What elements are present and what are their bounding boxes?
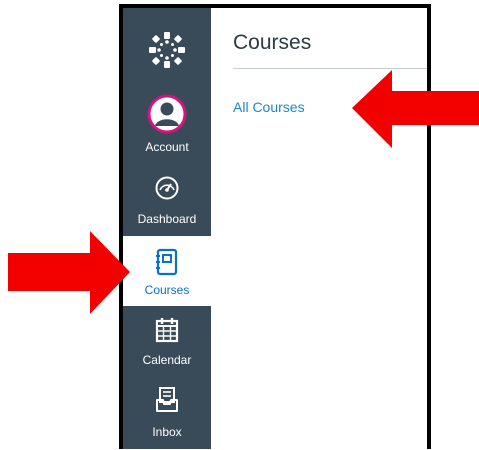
nav-item-calendar[interactable]: Calendar (123, 308, 211, 378)
nav-label-courses: Courses (144, 283, 190, 297)
avatar-icon (147, 94, 187, 134)
courses-book-icon (156, 248, 178, 276)
right-pointing-arrow-icon (8, 231, 130, 314)
inbox-icon (156, 387, 178, 412)
canvas-logo-icon[interactable] (145, 28, 189, 72)
left-pointing-arrow-icon (352, 70, 479, 148)
tray-divider (233, 68, 427, 69)
nav-label-dashboard: Dashboard (137, 212, 197, 226)
nav-item-dashboard[interactable]: Dashboard (123, 166, 211, 236)
nav-item-courses[interactable]: Courses (123, 236, 211, 306)
all-courses-link[interactable]: All Courses (233, 99, 305, 115)
nav-label-account: Account (145, 140, 189, 154)
tray-title: Courses (233, 31, 312, 54)
nav-label-calendar: Calendar (142, 353, 192, 367)
nav-item-account[interactable]: Account (123, 86, 211, 156)
nav-label-inbox: Inbox (152, 425, 182, 439)
nav-item-inbox[interactable]: Inbox (123, 380, 211, 450)
dashboard-gauge-icon (155, 176, 179, 200)
calendar-icon (155, 318, 179, 343)
global-navigation: Account Dashboard Courses Calendar Inbox (123, 8, 211, 449)
